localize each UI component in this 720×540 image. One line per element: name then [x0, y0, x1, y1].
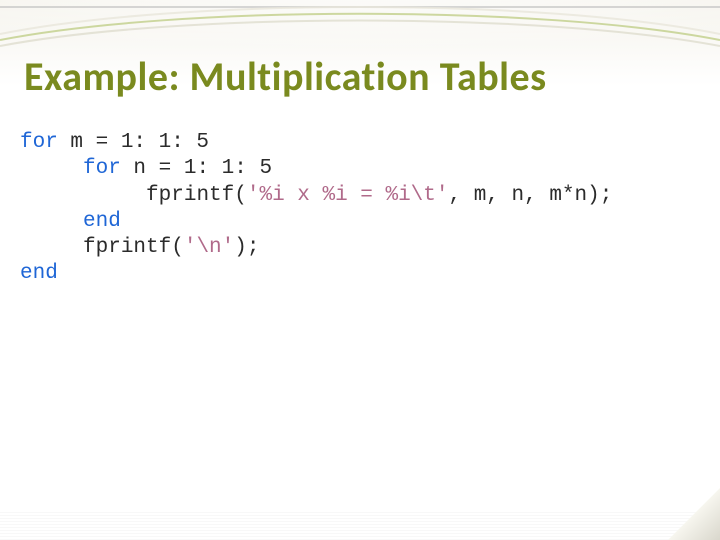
code-indent — [20, 210, 83, 233]
code-text: m = 1: 1: 5 — [58, 131, 209, 154]
placeholder-box — [50, 388, 680, 468]
placeholder-box — [42, 320, 380, 368]
top-border — [0, 6, 720, 8]
code-text: ); — [234, 236, 259, 259]
code-block: for m = 1: 1: 5 for n = 1: 1: 5 fprintf(… — [20, 130, 700, 288]
keyword-for: for — [83, 157, 121, 180]
code-string: '%i x %i = %i\t' — [247, 184, 449, 207]
keyword-for: for — [20, 131, 58, 154]
keyword-end: end — [83, 210, 121, 233]
slide-title: Example: Multiplication Tables — [24, 52, 696, 101]
code-fn: fprintf( — [146, 184, 247, 207]
code-indent — [20, 184, 146, 207]
code-string: '\n' — [184, 236, 234, 259]
slide: Example: Multiplication Tables for m = 1… — [0, 0, 720, 540]
footer-texture — [0, 512, 720, 540]
placeholder-box — [400, 320, 510, 368]
code-text: n = 1: 1: 5 — [121, 157, 272, 180]
code-fn: fprintf( — [83, 236, 184, 259]
keyword-end: end — [20, 262, 58, 285]
code-text: , m, n, m*n); — [449, 184, 613, 207]
placeholder-box — [540, 320, 680, 368]
code-indent — [20, 157, 83, 180]
code-indent — [20, 236, 83, 259]
